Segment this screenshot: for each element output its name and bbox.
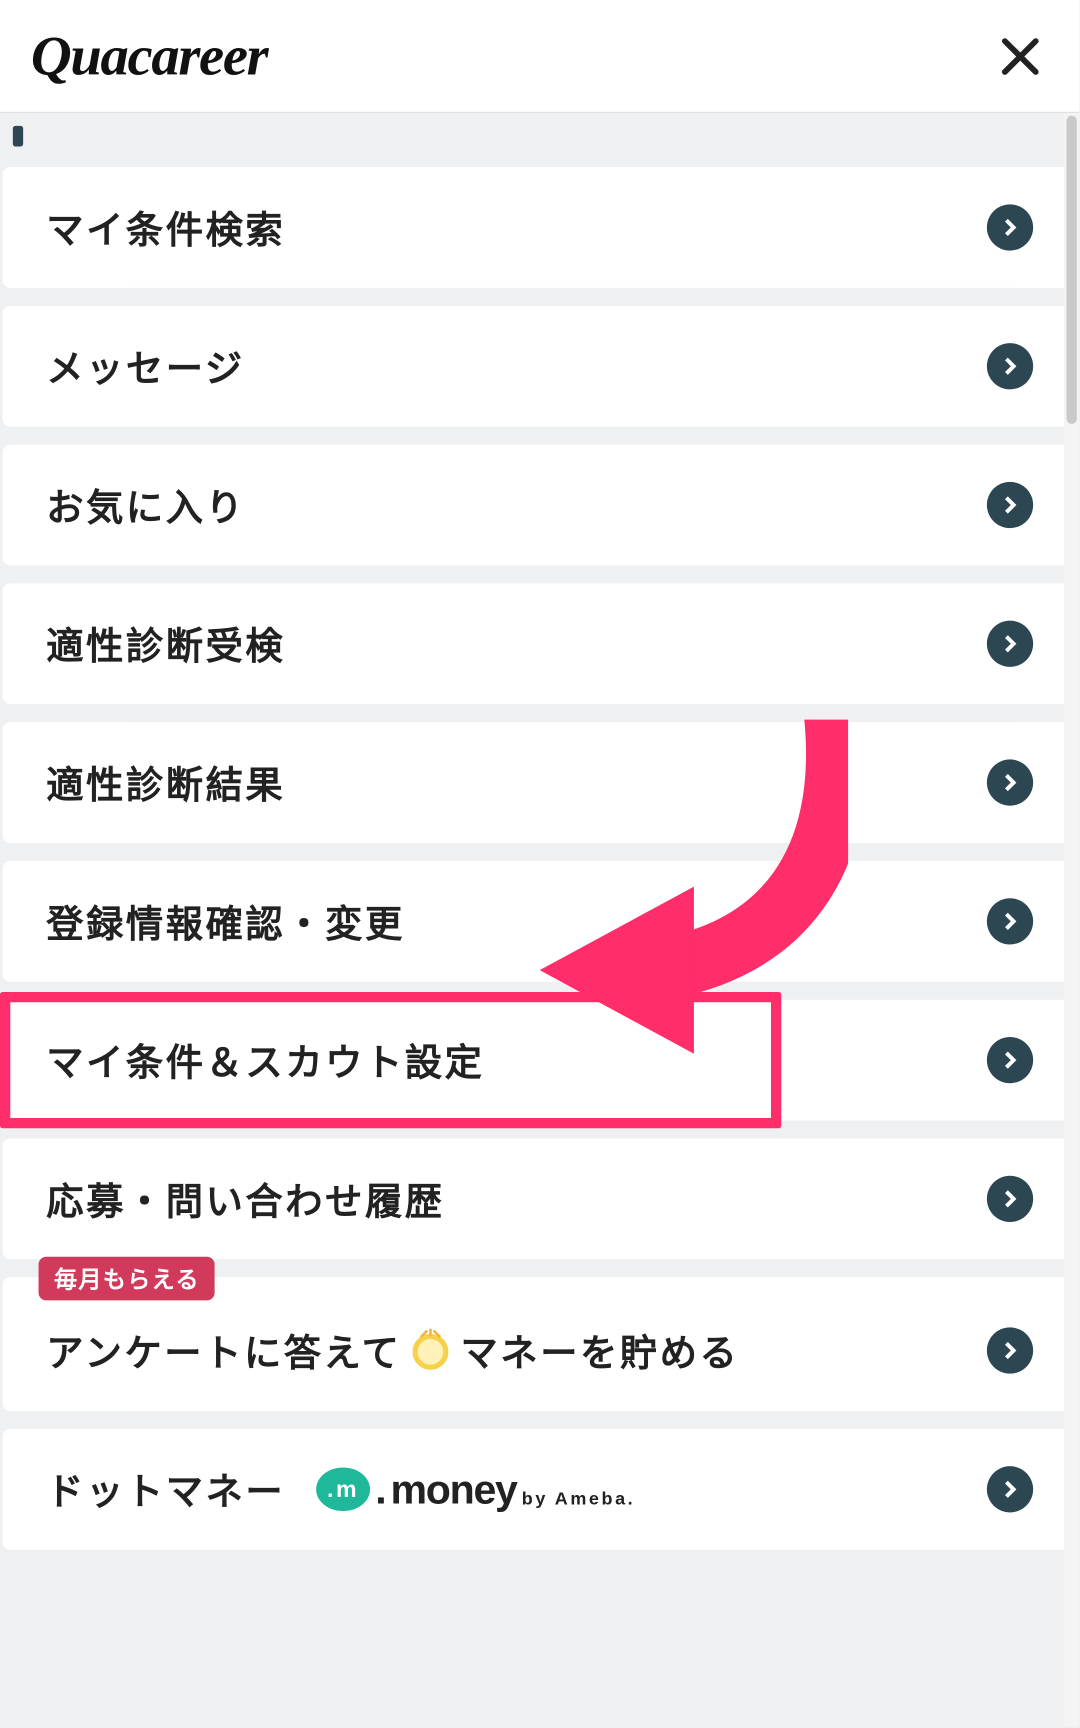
partial-row-peek	[0, 113, 1079, 152]
chevron-right-icon	[987, 204, 1033, 250]
menu-item-survey[interactable]: 毎月もらえる アンケートに答えて マネーを貯める	[3, 1277, 1077, 1411]
menu-item-favorites[interactable]: お気に入り	[3, 445, 1077, 566]
app-logo: Quacareer	[31, 23, 268, 89]
menu-label: 登録情報確認・変更	[46, 894, 405, 948]
chevron-right-icon	[987, 1327, 1033, 1373]
menu-list: マイ条件検索 メッセージ お気に入り 適性診断受検	[0, 152, 1079, 1550]
menu-label: 適性診断受検	[46, 617, 285, 671]
close-button[interactable]	[992, 28, 1049, 85]
chevron-right-icon	[987, 1466, 1033, 1512]
menu-label: お気に入り	[46, 478, 245, 532]
menu-item-dotmoney[interactable]: ドットマネー .m . money by Ameba.	[3, 1429, 1077, 1550]
survey-prefix: アンケートに答えて	[46, 1324, 401, 1378]
monthly-badge: 毎月もらえる	[39, 1257, 216, 1301]
chevron-right-icon	[987, 1176, 1033, 1222]
dotmoney-m-icon: .m	[316, 1467, 370, 1511]
dotmoney-brand-name: money	[391, 1466, 517, 1514]
menu-label: マイ条件検索	[46, 200, 285, 254]
menu-label: メッセージ	[46, 339, 244, 393]
menu-label: 適性診断結果	[46, 756, 285, 810]
scrollbar-thumb[interactable]	[1067, 116, 1077, 424]
chevron-right-icon	[987, 482, 1033, 528]
chevron-right-icon	[987, 1037, 1033, 1083]
dotmoney-label: ドットマネー	[46, 1462, 285, 1516]
menu-item-aptitude-result[interactable]: 適性診断結果	[3, 722, 1077, 843]
chevron-right-icon	[987, 621, 1033, 667]
menu-content: マイ条件検索 メッセージ お気に入り 適性診断受検	[0, 113, 1079, 1550]
menu-label: ドットマネー .m . money by Ameba.	[46, 1462, 635, 1516]
menu-label: マイ条件＆スカウト設定	[46, 1033, 484, 1087]
menu-item-registration-info[interactable]: 登録情報確認・変更	[3, 861, 1077, 982]
menu-item-aptitude-test[interactable]: 適性診断受検	[3, 583, 1077, 704]
menu-item-messages[interactable]: メッセージ	[3, 306, 1077, 427]
menu-item-my-search[interactable]: マイ条件検索	[3, 167, 1077, 288]
app-header: Quacareer	[0, 0, 1079, 113]
dotmoney-brand-dot: .	[375, 1466, 385, 1514]
chevron-right-icon	[987, 343, 1033, 389]
menu-label: 応募・問い合わせ履歴	[46, 1172, 444, 1226]
chevron-right-icon	[987, 898, 1033, 944]
peek-fragment	[13, 126, 23, 147]
menu-item-scout-settings[interactable]: マイ条件＆スカウト設定	[3, 1000, 1077, 1121]
close-icon	[997, 33, 1043, 79]
chevron-right-icon	[987, 759, 1033, 805]
dotmoney-logo: .m . money by Ameba.	[316, 1466, 635, 1514]
coin-icon	[409, 1329, 453, 1373]
scrollbar-track[interactable]	[1064, 113, 1079, 1727]
survey-suffix: マネーを貯める	[461, 1324, 740, 1378]
dotmoney-brand-by: by Ameba.	[522, 1487, 635, 1508]
menu-label: アンケートに答えて マネーを貯める	[46, 1324, 739, 1378]
menu-item-application-history[interactable]: 応募・問い合わせ履歴	[3, 1139, 1077, 1260]
